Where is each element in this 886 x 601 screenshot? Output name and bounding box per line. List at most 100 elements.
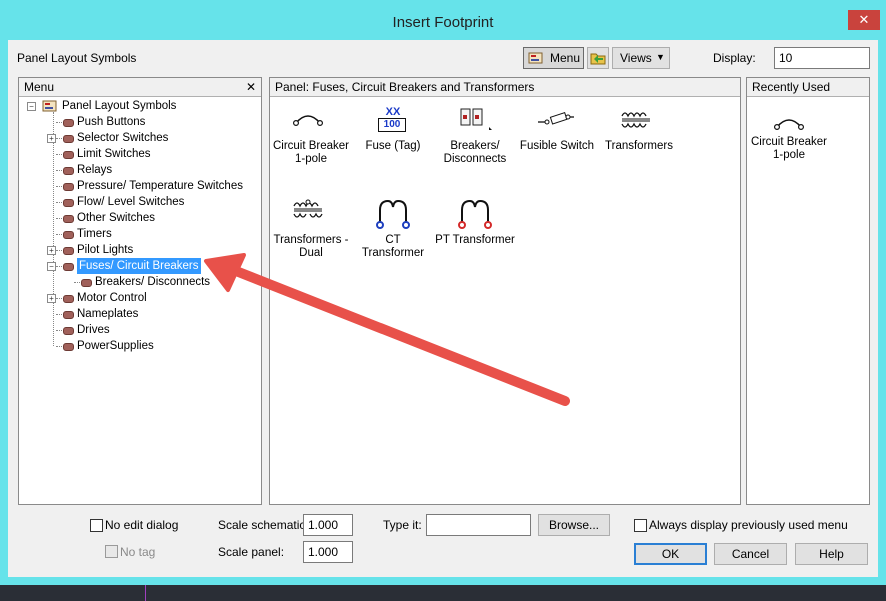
recently-used-panel: Recently Used Circuit Breaker 1-pole bbox=[746, 77, 870, 505]
window-close-button[interactable]: ✕ bbox=[848, 10, 880, 30]
tree-item-label: Pressure/ Temperature Switches bbox=[77, 180, 243, 192]
expand-icon[interactable]: + bbox=[47, 294, 56, 303]
no-tag-checkbox[interactable] bbox=[105, 545, 118, 558]
node-icon bbox=[63, 167, 74, 175]
scale-panel-input[interactable]: 1.000 bbox=[303, 541, 353, 563]
tree-item[interactable]: − Fuses/ Circuit Breakers bbox=[19, 258, 259, 274]
expand-icon[interactable]: + bbox=[47, 134, 56, 143]
symbols-grid: Circuit Breaker 1-pole XX 100 Fuse (Tag) Brea… bbox=[270, 98, 740, 498]
collapse-icon[interactable]: − bbox=[27, 102, 36, 111]
tree-item-label: Flow/ Level Switches bbox=[77, 196, 185, 208]
symbol-tile[interactable]: Breakers/Disconnects bbox=[435, 106, 515, 166]
no-edit-dialog-checkbox[interactable] bbox=[90, 519, 103, 532]
tree-item[interactable]: PowerSupplies bbox=[19, 338, 259, 354]
tree-item-label: Other Switches bbox=[77, 212, 155, 224]
tree-item[interactable]: + Pilot Lights bbox=[19, 242, 259, 258]
menu-button[interactable]: Menu bbox=[523, 47, 584, 69]
tree-item[interactable]: Pressure/ Temperature Switches bbox=[19, 178, 259, 194]
insert-footprint-dialog: Insert Footprint ✕ Panel Layout Symbols … bbox=[0, 0, 886, 585]
views-button-label: Views bbox=[620, 51, 652, 65]
chevron-down-icon: ▼ bbox=[656, 52, 665, 62]
no-edit-dialog-label: No edit dialog bbox=[105, 518, 179, 532]
node-icon bbox=[63, 343, 74, 351]
recent-item-line1: Circuit Breaker bbox=[750, 136, 828, 148]
menu-panel-header: Menu ✕ bbox=[19, 78, 261, 97]
symbol-label-line1: Transformers bbox=[605, 140, 673, 152]
symbol-label-line1: Transformers - bbox=[273, 234, 349, 246]
menu-tree: − Panel Layout Symbols Push Buttons + Select… bbox=[19, 98, 261, 498]
symbols-panel-header: Panel: Fuses, Circuit Breakers and Trans… bbox=[270, 78, 740, 97]
panel-layout-icon bbox=[42, 100, 57, 112]
recent-item[interactable]: Circuit Breaker 1-pole bbox=[749, 110, 829, 162]
circuit-breaker-1-pole-icon bbox=[292, 115, 324, 127]
symbol-tile[interactable]: CT Transformer bbox=[353, 196, 433, 260]
ok-button[interactable]: OK bbox=[634, 543, 707, 565]
tree-item[interactable]: Relays bbox=[19, 162, 259, 178]
always-display-label: Always display previously used menu bbox=[649, 518, 848, 532]
tree-item-label-selected: Fuses/ Circuit Breakers bbox=[77, 258, 201, 274]
node-icon bbox=[63, 263, 74, 271]
tree-item-label: Motor Control bbox=[77, 292, 147, 304]
circuit-breaker-1-pole-icon bbox=[773, 119, 805, 131]
symbol-icon-wrap bbox=[435, 106, 515, 140]
symbol-tile[interactable]: PT Transformer bbox=[435, 196, 515, 247]
cancel-button[interactable]: Cancel bbox=[714, 543, 787, 565]
tree-item-label: Push Buttons bbox=[77, 116, 146, 128]
title-bar[interactable]: Insert Footprint ✕ bbox=[0, 0, 886, 40]
tree-subitem[interactable]: Breakers/ Disconnects bbox=[19, 274, 259, 290]
symbol-icon-wrap bbox=[271, 196, 351, 234]
symbol-tile[interactable]: Fusible Switch bbox=[517, 106, 597, 153]
node-icon bbox=[63, 311, 74, 319]
symbol-tile[interactable]: Transformers bbox=[599, 106, 679, 153]
always-display-checkbox[interactable] bbox=[634, 519, 647, 532]
browse-button[interactable]: Browse... bbox=[538, 514, 610, 536]
expand-icon[interactable]: + bbox=[47, 246, 56, 255]
menu-icon bbox=[528, 52, 543, 64]
collapse-icon[interactable]: − bbox=[47, 262, 56, 271]
node-icon bbox=[63, 295, 74, 303]
folder-button[interactable] bbox=[587, 47, 609, 69]
views-button[interactable]: Views ▼ bbox=[612, 47, 670, 69]
tree-item[interactable]: Drives bbox=[19, 322, 259, 338]
symbol-icon-wrap bbox=[599, 106, 679, 140]
help-button[interactable]: Help bbox=[795, 543, 868, 565]
node-icon bbox=[81, 279, 92, 287]
tree-item-label: Timers bbox=[77, 228, 112, 240]
tree-item[interactable]: Timers bbox=[19, 226, 259, 242]
fuse-tag-icon: 100 bbox=[378, 118, 406, 132]
type-it-input[interactable] bbox=[426, 514, 531, 536]
dialog-client: Panel Layout Symbols Menu Views ▼ Displa… bbox=[8, 40, 878, 577]
close-icon[interactable]: ✕ bbox=[246, 78, 256, 96]
tree-item-label: Breakers/ Disconnects bbox=[95, 276, 211, 288]
tree-root-label: Panel Layout Symbols bbox=[62, 100, 177, 112]
tree-item[interactable]: + Selector Switches bbox=[19, 130, 259, 146]
display-input[interactable]: 10 bbox=[774, 47, 870, 69]
tree-item[interactable]: + Motor Control bbox=[19, 290, 259, 306]
tree-item[interactable]: Nameplates bbox=[19, 306, 259, 322]
tree-item[interactable]: Other Switches bbox=[19, 210, 259, 226]
tree-item-label: Drives bbox=[77, 324, 110, 336]
symbol-tile[interactable]: XX 100 Fuse (Tag) bbox=[353, 106, 433, 153]
tree-item[interactable]: Flow/ Level Switches bbox=[19, 194, 259, 210]
node-icon bbox=[63, 231, 74, 239]
open-folder-icon bbox=[590, 53, 606, 65]
transformers-dual-icon bbox=[293, 199, 323, 218]
node-icon bbox=[63, 327, 74, 335]
symbol-label-line2: 1-pole bbox=[295, 153, 327, 165]
symbol-tile[interactable]: Circuit Breaker 1-pole bbox=[271, 106, 351, 166]
tree-item[interactable]: Push Buttons bbox=[19, 114, 259, 130]
symbol-label-line2: Disconnects bbox=[443, 153, 507, 165]
symbol-label-line1: Fusible Switch bbox=[519, 140, 595, 152]
symbol-label-line1: CT Transformer bbox=[361, 234, 425, 259]
recent-item-line2: 1-pole bbox=[773, 149, 805, 161]
symbol-tile[interactable]: Transformers - Dual bbox=[271, 196, 351, 260]
tree-root[interactable]: − Panel Layout Symbols bbox=[19, 98, 259, 114]
node-icon bbox=[63, 151, 74, 159]
tree-item-label: Selector Switches bbox=[77, 132, 169, 144]
symbol-icon-wrap bbox=[517, 106, 597, 140]
recently-used-header: Recently Used bbox=[747, 78, 869, 97]
library-label: Panel Layout Symbols bbox=[17, 51, 137, 65]
scale-schematic-input[interactable]: 1.000 bbox=[303, 514, 353, 536]
symbol-label-line1: Fuse (Tag) bbox=[365, 140, 421, 152]
tree-item[interactable]: Limit Switches bbox=[19, 146, 259, 162]
